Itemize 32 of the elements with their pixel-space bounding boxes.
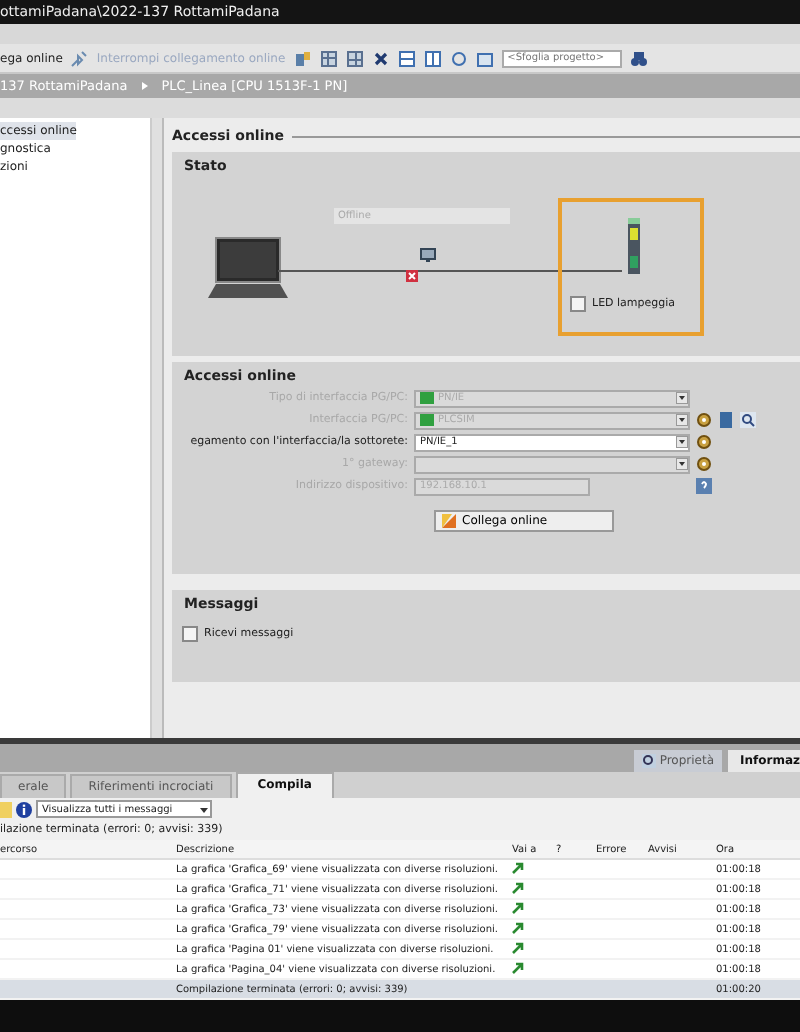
dropdown-arrow-icon xyxy=(676,458,688,470)
arrow-icon[interactable] xyxy=(512,901,524,913)
plug-icon[interactable] xyxy=(70,49,89,67)
arrow-icon[interactable] xyxy=(512,861,524,873)
search-icon[interactable] xyxy=(740,412,756,428)
arrow-icon[interactable] xyxy=(512,921,524,933)
dropdown-arrow-icon xyxy=(676,436,688,448)
device-icon[interactable] xyxy=(718,412,734,428)
dropdown-arrow-icon xyxy=(676,392,688,404)
split-vertical-icon[interactable] xyxy=(423,49,442,67)
checkbox[interactable] xyxy=(182,626,198,642)
dropdown-arrow-icon xyxy=(676,414,688,426)
plc-module-icon xyxy=(628,218,640,274)
laptop-icon xyxy=(206,236,290,300)
binoculars-icon[interactable] xyxy=(629,49,648,67)
info-icon xyxy=(16,801,32,817)
arrow-icon[interactable] xyxy=(512,881,524,893)
grid-icon[interactable] xyxy=(345,49,364,67)
arrow-icon[interactable] xyxy=(512,941,524,953)
dropdown-arrow-icon xyxy=(198,803,210,815)
error-icon xyxy=(406,270,418,282)
window-icon[interactable] xyxy=(475,49,494,67)
chevron-icon xyxy=(139,80,150,92)
arrow-icon[interactable] xyxy=(512,961,524,973)
split-horizontal-icon[interactable] xyxy=(397,49,416,67)
help-icon[interactable] xyxy=(696,478,712,494)
grid-icon[interactable] xyxy=(319,49,338,67)
close-icon[interactable] xyxy=(371,49,390,67)
device-icon[interactable] xyxy=(293,49,312,67)
connect-icon xyxy=(442,514,456,528)
checkbox[interactable] xyxy=(570,296,586,312)
network-icon xyxy=(420,248,436,262)
